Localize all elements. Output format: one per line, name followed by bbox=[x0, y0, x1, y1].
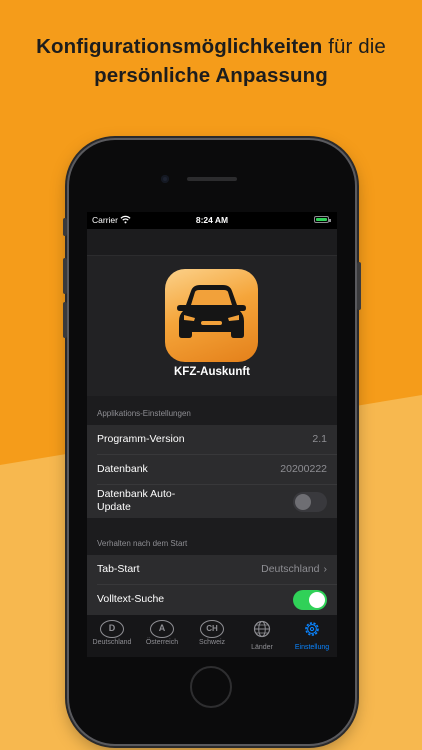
tab-bar: D Deutschland A Österreich CH Schweiz Lä… bbox=[87, 614, 337, 657]
power-button bbox=[357, 262, 361, 310]
status-bar: Carrier 8:24 AM bbox=[87, 212, 337, 229]
front-camera bbox=[161, 175, 169, 183]
tab-deutschland[interactable]: D Deutschland bbox=[87, 615, 137, 657]
tab-oesterreich[interactable]: A Österreich bbox=[137, 615, 187, 657]
row-value: 20200222 bbox=[280, 463, 327, 475]
globe-icon bbox=[253, 620, 271, 638]
app-header: KFZ-Auskunft bbox=[87, 256, 337, 396]
row-database-auto-update: Datenbank Auto-Update bbox=[97, 485, 337, 518]
home-button[interactable] bbox=[190, 666, 232, 708]
phone-screen: Carrier 8:24 AM KFZ-Auskunft Applikation… bbox=[87, 212, 337, 657]
tab-label: Deutschland bbox=[92, 639, 132, 646]
tab-label: Österreich bbox=[145, 639, 179, 646]
mute-switch bbox=[63, 218, 67, 236]
row-tab-start[interactable]: Tab-Start Deutschland › bbox=[97, 555, 337, 585]
headline-line2: persönliche Anpassung bbox=[94, 64, 328, 87]
row-label: Volltext-Suche bbox=[97, 593, 165, 605]
row-label: Datenbank bbox=[97, 463, 148, 475]
fulltext-search-toggle[interactable] bbox=[293, 590, 327, 610]
section-header-startup: Verhalten nach dem Start bbox=[97, 539, 188, 548]
earpiece-speaker bbox=[187, 177, 237, 181]
tab-label: Schweiz bbox=[198, 639, 226, 646]
row-fulltext-search: Volltext-Suche bbox=[97, 585, 337, 614]
row-label: Programm-Version bbox=[97, 433, 185, 445]
row-program-version: Programm-Version 2.1 bbox=[97, 425, 337, 455]
headline-bold-part: Konfigurationsmöglichkeiten bbox=[36, 35, 323, 58]
tab-label: Einstellung bbox=[294, 644, 330, 651]
headline-regular-part: für die bbox=[328, 35, 386, 58]
country-badge-icon: A bbox=[150, 620, 174, 638]
chevron-right-icon: › bbox=[323, 563, 328, 575]
row-label: Datenbank Auto-Update bbox=[97, 488, 176, 513]
navigation-bar bbox=[87, 229, 337, 256]
volume-down-button bbox=[63, 302, 67, 338]
clock-time: 8:24 AM bbox=[195, 215, 229, 225]
car-app-icon bbox=[165, 269, 258, 362]
startup-group: Tab-Start Deutschland › Volltext-Suche bbox=[87, 555, 337, 614]
promo-headline: Konfigurationsmöglichkeiten für die pers… bbox=[0, 32, 422, 90]
volume-up-button bbox=[63, 258, 67, 294]
tab-label: Länder bbox=[251, 644, 273, 651]
section-header-app-settings: Applikations-Einstellungen bbox=[97, 409, 191, 418]
tab-schweiz[interactable]: CH Schweiz bbox=[187, 615, 237, 657]
row-value: 2.1 bbox=[312, 433, 327, 445]
app-name: KFZ-Auskunft bbox=[173, 366, 250, 378]
app-settings-group: Programm-Version 2.1 Datenbank 20200222 … bbox=[87, 425, 337, 518]
settings-content[interactable]: KFZ-Auskunft Applikations-Einstellungen … bbox=[87, 256, 337, 614]
car-icon bbox=[177, 285, 246, 338]
row-value: Deutschland › bbox=[261, 563, 327, 575]
gear-icon bbox=[305, 622, 319, 636]
tab-laender[interactable]: Länder bbox=[237, 615, 287, 657]
row-label: Tab-Start bbox=[97, 563, 140, 575]
battery-icon bbox=[314, 216, 331, 223]
tab-start-value: Deutschland bbox=[261, 563, 320, 575]
country-badge-icon: CH bbox=[200, 620, 224, 638]
tab-einstellung[interactable]: Einstellung bbox=[287, 615, 337, 657]
auto-update-toggle[interactable] bbox=[293, 492, 327, 512]
row-database: Datenbank 20200222 bbox=[97, 455, 337, 485]
country-badge-icon: D bbox=[100, 620, 124, 638]
phone-frame: Carrier 8:24 AM KFZ-Auskunft Applikation… bbox=[63, 140, 361, 744]
